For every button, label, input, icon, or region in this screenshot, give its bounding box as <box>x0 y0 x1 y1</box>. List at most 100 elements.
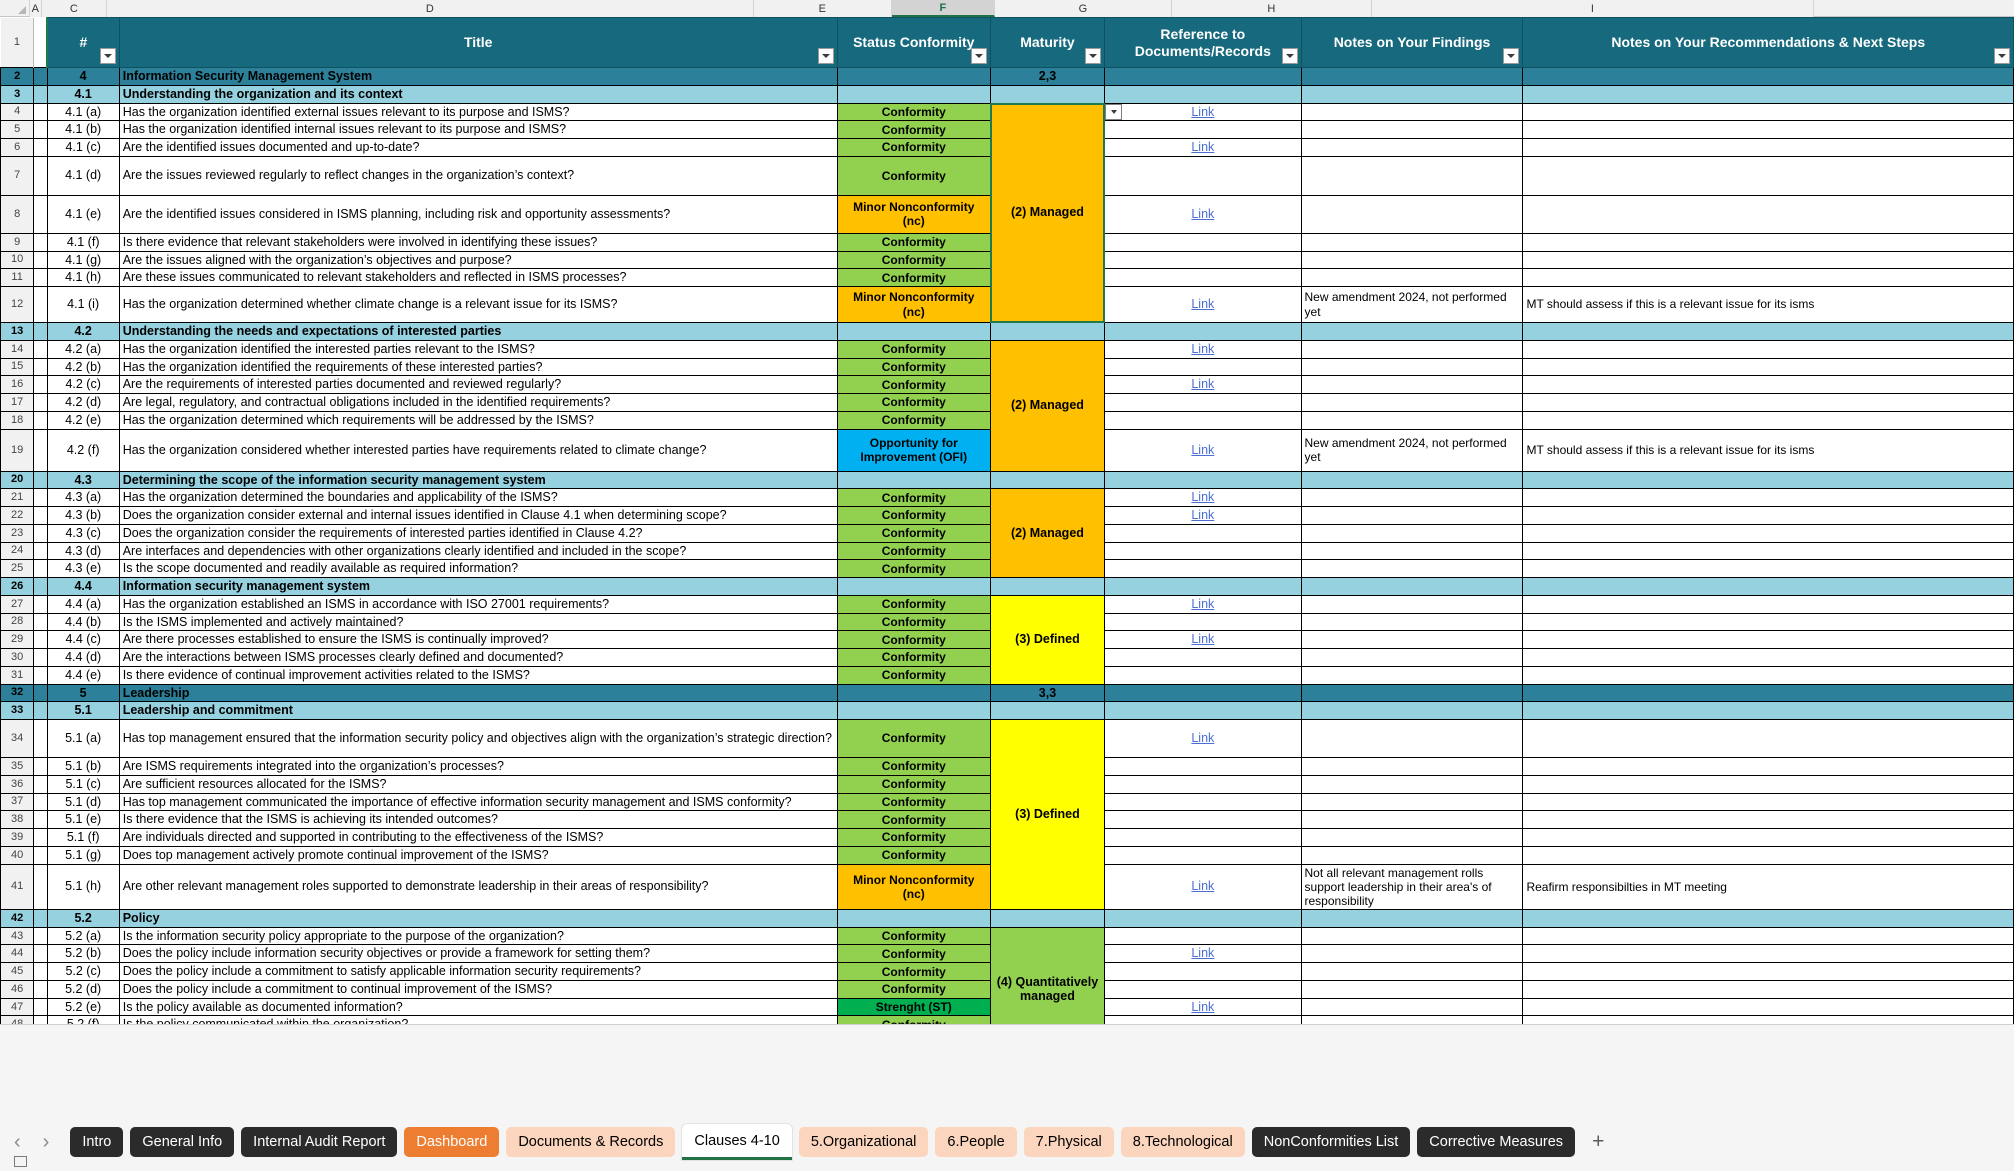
cell-findings[interactable] <box>1300 393 1524 412</box>
cell-number[interactable]: 4.4 <box>46 577 120 596</box>
cell-number[interactable]: 4.2 <box>46 322 120 341</box>
cell-number[interactable]: 4.4 (b) <box>46 612 120 632</box>
cell-status-conformity[interactable]: Conformity <box>836 845 991 865</box>
cell-reference[interactable] <box>1104 67 1302 86</box>
cell-recommendations[interactable] <box>1522 648 2014 667</box>
cell-status-conformity[interactable] <box>836 683 991 703</box>
cell-reference[interactable] <box>1104 612 1302 632</box>
sheet-tab-nonconformities-list[interactable]: NonConformities List <box>1251 1127 1411 1157</box>
filter-dropdown-icon[interactable] <box>1503 48 1520 64</box>
cell-number[interactable]: 5.2 (a) <box>46 926 120 946</box>
cell-findings[interactable] <box>1300 322 1524 341</box>
cell-reference[interactable]: Link <box>1104 194 1302 234</box>
cell-status-conformity[interactable]: Conformity <box>836 648 991 667</box>
filter-dropdown-icon[interactable] <box>99 48 116 64</box>
filter-dropdown-icon[interactable] <box>817 48 834 64</box>
cell-title[interactable]: Understanding the needs and expectations… <box>118 322 838 341</box>
cell-number[interactable]: 5 <box>46 683 120 703</box>
cell-reference[interactable]: Link <box>1104 488 1302 507</box>
cell-findings[interactable] <box>1300 665 1524 685</box>
cell-findings[interactable] <box>1300 102 1524 122</box>
cell-findings[interactable] <box>1300 84 1524 104</box>
column-header-D[interactable]: D <box>107 0 754 17</box>
cell-status-conformity[interactable]: Conformity <box>836 393 991 412</box>
cell-number[interactable]: 5.2 <box>46 908 120 928</box>
cell-recommendations[interactable] <box>1522 944 2014 964</box>
row-header-31[interactable]: 31 <box>0 665 35 685</box>
cell-recommendations[interactable] <box>1522 375 2014 394</box>
cell-recommendations[interactable] <box>1522 138 2014 157</box>
cell-title[interactable]: Are the identified issues considered in … <box>118 194 838 234</box>
cell-number[interactable]: 5.2 (d) <box>46 979 120 999</box>
cell-findings[interactable] <box>1300 268 1524 287</box>
cell-maturity[interactable]: (3) Defined <box>989 719 1106 910</box>
cell-findings[interactable] <box>1300 810 1524 829</box>
cell-recommendations[interactable] <box>1522 792 2014 812</box>
cell-number[interactable]: 5.1 (a) <box>46 719 120 758</box>
cell-recommendations[interactable] <box>1522 701 2014 720</box>
sheet-tab-intro[interactable]: Intro <box>70 1127 124 1157</box>
cell-findings[interactable] <box>1300 683 1524 703</box>
cell-number[interactable]: 5.1 (c) <box>46 774 120 794</box>
cell-findings[interactable]: Not all relevant management rolls suppor… <box>1300 863 1524 910</box>
cell-number[interactable]: 5.2 (b) <box>46 944 120 964</box>
cell-maturity[interactable] <box>989 701 1106 720</box>
cell-findings[interactable] <box>1300 577 1524 596</box>
cell-title[interactable]: Are sufficient resources allocated for t… <box>118 774 838 794</box>
cell-reference[interactable] <box>1104 155 1302 196</box>
row-header-46[interactable]: 46 <box>0 979 35 999</box>
row-header-25[interactable]: 25 <box>0 559 35 578</box>
cell-reference[interactable] <box>1104 393 1302 412</box>
row-header-38[interactable]: 38 <box>0 810 35 829</box>
cell-findings[interactable] <box>1300 194 1524 234</box>
row-header-24[interactable]: 24 <box>0 541 35 561</box>
cell-status-conformity[interactable]: Conformity <box>836 962 991 981</box>
reference-link[interactable]: Link <box>1191 946 1214 960</box>
cell-number[interactable]: 4.2 (c) <box>46 375 120 394</box>
row-header-40[interactable]: 40 <box>0 845 35 865</box>
cell-status-conformity[interactable]: Conformity <box>836 810 991 829</box>
cell-status-conformity[interactable] <box>836 67 991 86</box>
cell-status-conformity[interactable] <box>836 470 991 490</box>
cell-reference[interactable] <box>1104 828 1302 847</box>
filter-dropdown-icon[interactable] <box>1085 48 1102 64</box>
row-header-13[interactable]: 13 <box>0 322 35 341</box>
row-header-45[interactable]: 45 <box>0 962 35 981</box>
cell-recommendations[interactable] <box>1522 155 2014 196</box>
row-header-20[interactable]: 20 <box>0 470 35 490</box>
cell-findings[interactable] <box>1300 523 1524 543</box>
cell-status-conformity[interactable]: Conformity <box>836 488 991 507</box>
reference-link[interactable]: Link <box>1191 342 1214 356</box>
row-header-1[interactable]: 1 <box>0 17 35 68</box>
cell-status-conformity[interactable]: Minor Nonconformity (nc) <box>836 863 991 910</box>
cell-title[interactable]: Has top management ensured that the info… <box>118 719 838 758</box>
row-header-18[interactable]: 18 <box>0 410 35 430</box>
cell-recommendations[interactable]: MT should assess if this is a relevant i… <box>1522 286 2014 323</box>
reference-link[interactable]: Link <box>1191 377 1214 391</box>
cell-recommendations[interactable] <box>1522 665 2014 685</box>
cell-title[interactable]: Has the organization considered whether … <box>118 428 838 472</box>
cell-number[interactable]: 4.1 (b) <box>46 120 120 139</box>
cell-reference[interactable]: Link <box>1104 863 1302 910</box>
reference-link[interactable]: Link <box>1191 140 1214 154</box>
cell-reference[interactable]: Link <box>1104 630 1302 649</box>
cell-maturity[interactable] <box>989 322 1106 341</box>
validation-dropdown-icon[interactable] <box>1105 103 1123 120</box>
cell-findings[interactable] <box>1300 757 1524 776</box>
cell-title[interactable]: Does the organization consider the requi… <box>118 523 838 543</box>
cell-findings[interactable] <box>1300 944 1524 964</box>
row-header-6[interactable]: 6 <box>0 138 35 157</box>
cell-status-conformity[interactable]: Conformity <box>836 774 991 794</box>
row-header-32[interactable]: 32 <box>0 683 35 703</box>
select-all-corner[interactable] <box>0 0 30 16</box>
cell-number[interactable]: 4.3 (e) <box>46 559 120 578</box>
cell-reference[interactable] <box>1104 926 1302 946</box>
cell-number[interactable]: 4.2 (d) <box>46 393 120 412</box>
cell-title[interactable]: Has the organization determined the boun… <box>118 488 838 507</box>
cell-number[interactable]: 4.3 (a) <box>46 488 120 507</box>
reference-link[interactable]: Link <box>1191 597 1214 611</box>
cell-reference[interactable] <box>1104 577 1302 596</box>
cell-findings[interactable] <box>1300 541 1524 561</box>
cell-status-conformity[interactable]: Conformity <box>836 120 991 139</box>
cell-number[interactable]: 4.1 (g) <box>46 250 120 270</box>
